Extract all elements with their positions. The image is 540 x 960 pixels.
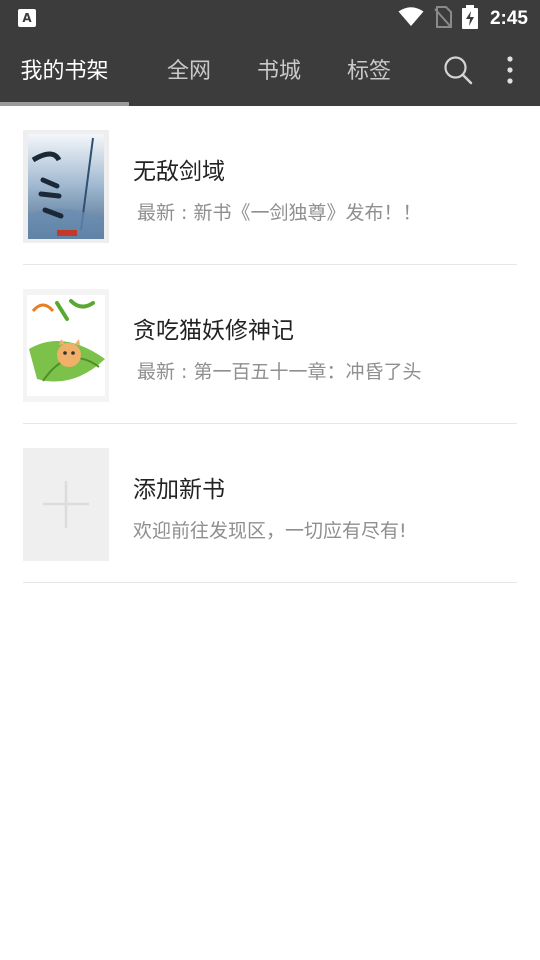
- book-cover[interactable]: [23, 289, 109, 402]
- book-latest-chapter: 最新 : 第一百五十一章：冲昏了头: [137, 357, 422, 384]
- add-book-subtitle: 欢迎前往发现区，一切应有尽有!: [133, 520, 407, 542]
- book-title: 无敌剑域: [133, 159, 225, 185]
- more-vert-icon: [507, 56, 513, 88]
- book-latest-chapter: 最新 : 新书《一剑独尊》发布！！: [137, 198, 422, 225]
- latest-label: 最新 :: [137, 361, 194, 383]
- book-item[interactable]: 无敌剑域 最新 : 新书《一剑独尊》发布！！: [0, 106, 540, 265]
- status-bar: A 2:45: [0, 0, 540, 38]
- search-button[interactable]: [437, 38, 479, 106]
- latest-chapter-text: 第一百五十一章：冲昏了头: [193, 361, 422, 383]
- tab-bookstore[interactable]: 书城: [235, 38, 323, 106]
- tab-my-bookshelf[interactable]: 我的书架: [0, 38, 129, 106]
- add-book-item[interactable]: 添加新书 欢迎前往发现区，一切应有尽有!: [0, 424, 540, 583]
- divider: [23, 582, 517, 583]
- latest-chapter-text: 新书《一剑独尊》发布！！: [193, 202, 422, 224]
- top-toolbar: 我的书架 全网 书城 标签: [0, 38, 540, 106]
- status-time: 2:45: [489, 8, 528, 29]
- battery-charging-icon: [461, 5, 478, 33]
- no-sim-icon: [434, 6, 452, 32]
- book-cover[interactable]: [23, 130, 109, 243]
- wifi-icon: [398, 7, 424, 31]
- more-menu-button[interactable]: [495, 38, 525, 106]
- status-icons: 2:45: [388, 0, 528, 38]
- tab-all-web[interactable]: 全网: [145, 38, 233, 106]
- book-item[interactable]: 贪吃猫妖修神记 最新 : 第一百五十一章：冲昏了头: [0, 265, 540, 424]
- app-notification-icon: A: [18, 9, 36, 27]
- search-icon: [443, 55, 473, 89]
- book-title: 贪吃猫妖修神记: [133, 318, 294, 344]
- latest-label: 最新 :: [137, 202, 194, 224]
- add-book-title: 添加新书: [133, 477, 225, 503]
- plus-icon: [23, 481, 109, 561]
- bookshelf-list: 无敌剑域 最新 : 新书《一剑独尊》发布！！ 贪吃猫妖修神记 最新 : 第一百五…: [0, 106, 540, 583]
- tab-tags[interactable]: 标签: [325, 38, 413, 106]
- add-book-placeholder[interactable]: [23, 448, 109, 561]
